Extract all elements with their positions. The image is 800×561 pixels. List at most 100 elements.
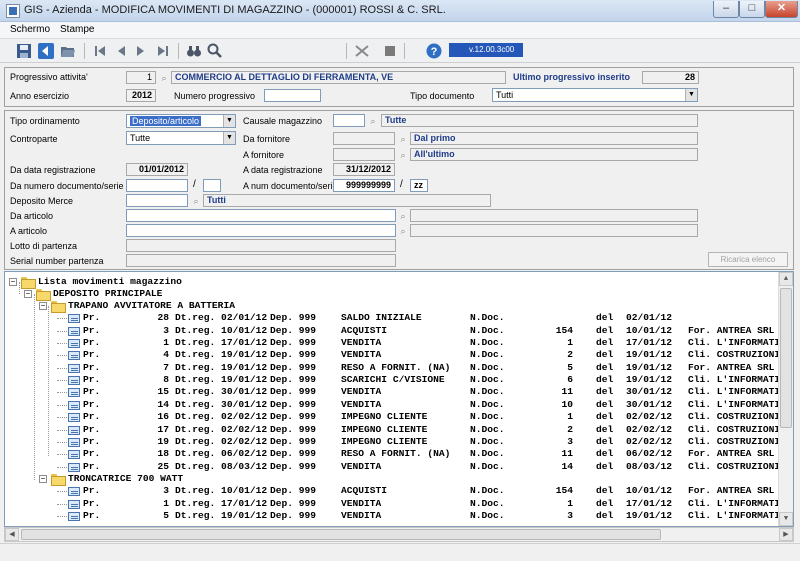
binoculars-icon[interactable] — [186, 43, 202, 59]
tree-root-node[interactable]: − Lista movimenti magazzino — [5, 276, 775, 289]
row-del-label: del — [596, 435, 614, 447]
row-causale: RESO A FORNIT. (NA) — [341, 361, 451, 373]
da-articolo-input[interactable] — [126, 209, 396, 222]
collapse-icon[interactable]: − — [9, 278, 17, 286]
row-doc-number: 1 — [567, 337, 573, 349]
tree-movement-row[interactable]: Pr. 25 Dt.reg. 08/03/12 Dep. 999 VENDITA N.Do… — [5, 461, 780, 473]
svg-text:?: ? — [431, 46, 438, 58]
row-del-label: del — [596, 337, 614, 349]
row-date-registration: Dt.reg. 19/01/12 — [175, 349, 268, 361]
scroll-thumb[interactable] — [780, 288, 792, 428]
stop-icon[interactable] — [382, 43, 398, 59]
row-ndoc-label: N.Doc. — [470, 324, 505, 336]
tree-guide — [57, 441, 67, 443]
save-icon[interactable] — [16, 43, 32, 59]
row-doc-number: 14 — [561, 460, 573, 472]
zoom-icon[interactable] — [207, 43, 223, 59]
lookup-icon[interactable]: ⌕ — [398, 226, 408, 236]
row-causale: SALDO INIZIALE — [341, 312, 422, 324]
causale-code-input[interactable] — [333, 114, 365, 127]
document-icon — [68, 339, 80, 349]
tree-movement-row[interactable]: Pr. 1 Dt.reg. 17/01/12 Dep. 999 VENDITA N.Doc… — [5, 498, 780, 510]
a-serie-input[interactable]: zz — [410, 179, 428, 192]
a-numero-documento-input[interactable]: 999999999 — [333, 179, 395, 192]
tree-movement-row[interactable]: Pr. 8 Dt.reg. 19/01/12 Dep. 999 SCARICHI C/V… — [5, 374, 780, 386]
tree-movement-row[interactable]: Pr. 1 Dt.reg. 17/01/12 Dep. 999 VENDITA N.Doc… — [5, 337, 780, 349]
tipo-documento-select[interactable]: Tutti ▼ — [492, 88, 698, 102]
a-articolo-input[interactable] — [126, 224, 396, 237]
last-record-icon[interactable] — [155, 43, 171, 59]
tree-movement-row[interactable]: Pr. 3 Dt.reg. 10/01/12 Dep. 999 ACQUISTI N.Do… — [5, 325, 780, 337]
menu-stampe[interactable]: Stampe — [60, 24, 94, 35]
lookup-icon[interactable]: ⌕ — [398, 211, 408, 221]
tree-movement-row[interactable]: Pr. 5 Dt.reg. 19/01/12 Dep. 999 VENDITA N.Doc… — [5, 510, 780, 522]
movements-tree[interactable]: − Lista movimenti magazzino − DEPOSITO P… — [4, 271, 794, 527]
document-icon — [68, 511, 80, 521]
tree-movement-row[interactable]: Pr. 19 Dt.reg. 02/02/12 Dep. 999 IMPEGNO CLI… — [5, 436, 780, 448]
tree-movement-row[interactable]: Pr. 4 Dt.reg. 19/01/12 Dep. 999 VENDITA N.Doc… — [5, 349, 780, 361]
lookup-icon[interactable]: ⌕ — [159, 73, 169, 83]
close-button[interactable]: ✕ — [765, 1, 798, 18]
minimize-button[interactable]: – — [713, 1, 739, 18]
deposito-input[interactable] — [126, 194, 188, 207]
folder-icon — [51, 473, 66, 486]
collapse-icon[interactable]: − — [39, 474, 47, 483]
a-data-field[interactable]: 31/12/2012 — [333, 163, 395, 176]
row-doc-date: 30/01/12 — [626, 386, 673, 398]
maximize-button[interactable]: □ — [739, 1, 765, 18]
controparte-select[interactable]: Tutte ▼ — [126, 131, 236, 145]
row-pr: Pr. — [83, 485, 101, 497]
row-date-registration: Dt.reg. 19/01/12 — [175, 361, 268, 373]
help-icon[interactable]: ? — [426, 43, 442, 59]
back-icon[interactable] — [38, 43, 54, 59]
tree-movement-row[interactable]: Pr. 3 Dt.reg. 10/01/12 Dep. 999 ACQUISTI N.Do… — [5, 485, 780, 497]
tipo-ordinamento-select[interactable]: Deposito/articolo ▼ — [126, 114, 236, 128]
tree-movement-row[interactable]: Pr. 18 Dt.reg. 06/02/12 Dep. 999 RESO A FORN… — [5, 448, 780, 460]
lookup-icon[interactable]: ⌕ — [191, 196, 201, 206]
tree-movement-row[interactable]: Pr. 17 Dt.reg. 02/02/12 Dep. 999 IMPEGNO CLI… — [5, 424, 780, 436]
ricarica-elenco-button[interactable]: Ricarica elenco — [708, 252, 788, 267]
lookup-icon[interactable]: ⌕ — [398, 150, 408, 160]
tree-movement-row[interactable]: Pr. 16 Dt.reg. 02/02/12 Dep. 999 IMPEGNO CLI… — [5, 411, 780, 423]
previous-record-icon[interactable] — [113, 43, 129, 59]
row-pr: Pr. — [83, 509, 101, 521]
row-del-label: del — [596, 386, 614, 398]
lookup-icon[interactable]: ⌕ — [368, 116, 378, 126]
da-data-field[interactable]: 01/01/2012 — [126, 163, 188, 176]
row-pr: Pr. — [83, 374, 101, 386]
lookup-icon[interactable]: ⌕ — [398, 134, 408, 144]
horizontal-scrollbar[interactable]: ◀ ▶ — [4, 527, 794, 542]
scroll-left-icon[interactable]: ◀ — [5, 528, 19, 541]
tree-movement-row[interactable]: Pr. 15 Dt.reg. 30/01/12 Dep. 999 VENDITA N.Do… — [5, 386, 780, 398]
next-record-icon[interactable] — [133, 43, 149, 59]
toolbar-separator — [404, 43, 405, 59]
tree-movement-row[interactable]: Pr. 7 Dt.reg. 19/01/12 Dep. 999 RESO A FORNI… — [5, 362, 780, 374]
row-date-registration: Dt.reg. 19/01/12 — [175, 509, 268, 521]
row-deposit: Dep. 999 — [270, 497, 317, 509]
row-party: For. ANTREA SRL — [688, 485, 775, 497]
collapse-icon[interactable]: − — [39, 302, 47, 310]
tree-article-node[interactable]: − TRONCATRICE 700 WATT — [5, 473, 775, 486]
row-causale: RESO A FORNIT. (NA) — [341, 448, 451, 460]
tree-movement-row[interactable]: Pr. 14 Dt.reg. 30/01/12 Dep. 999 VENDITA N.Do… — [5, 399, 780, 411]
tree-article-node[interactable]: − TRAPANO AVVITATORE A BATTERIA — [5, 300, 775, 313]
da-numero-documento-input[interactable] — [126, 179, 188, 192]
scroll-up-icon[interactable]: ▲ — [779, 272, 793, 286]
row-deposit: Dep. 999 — [270, 411, 317, 423]
open-icon[interactable] — [60, 43, 76, 59]
row-party: Cli. L'INFORMATI — [688, 386, 781, 398]
cut-icon[interactable] — [354, 43, 370, 59]
scroll-right-icon[interactable]: ▶ — [779, 528, 793, 541]
scroll-thumb[interactable] — [21, 529, 661, 540]
collapse-icon[interactable]: − — [24, 290, 32, 298]
lotto-label: Lotto di partenza — [10, 241, 78, 251]
tree-movement-row[interactable]: Pr. 28 Dt.reg. 02/01/12 Dep. 999 SALDO INIZI… — [5, 312, 780, 324]
numero-progressivo-input[interactable] — [264, 89, 321, 102]
first-record-icon[interactable] — [92, 43, 108, 59]
da-serie-input[interactable] — [203, 179, 221, 192]
scroll-down-icon[interactable]: ▼ — [779, 512, 793, 526]
menu-schermo[interactable]: Schermo — [10, 24, 50, 35]
vertical-scrollbar[interactable]: ▲ ▼ — [778, 272, 793, 526]
tree-deposito-node[interactable]: − DEPOSITO PRINCIPALE — [5, 288, 775, 301]
document-icon — [68, 376, 80, 386]
